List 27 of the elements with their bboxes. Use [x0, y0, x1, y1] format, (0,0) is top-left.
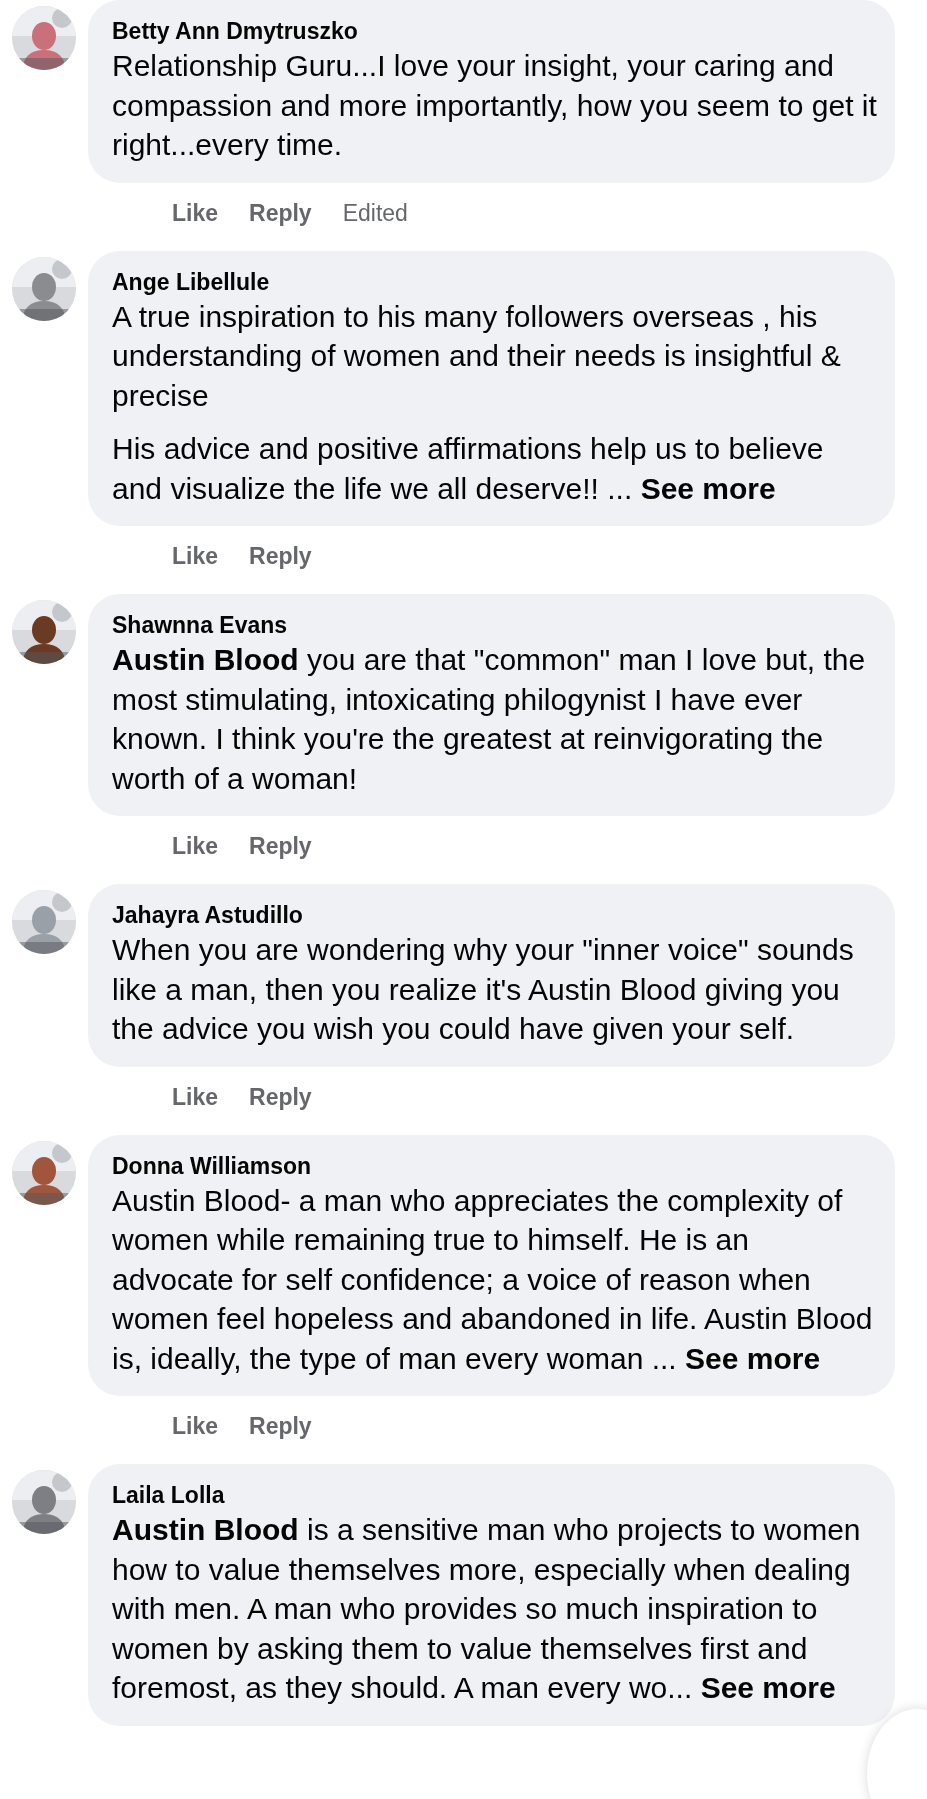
edited-label: Edited — [342, 198, 408, 228]
see-more-link[interactable]: See more — [640, 471, 776, 505]
author-name[interactable]: Betty Ann Dmytruszko — [112, 16, 877, 46]
action-link[interactable]: Like — [172, 541, 219, 571]
author-name[interactable]: Jahayra Astudillo — [112, 900, 877, 930]
comment-text: Austin Blood you are that "common" man I love but, the most stimulating, intoxicating philogynist I have ever known. I think you're the greatest at reinvigorating the worth of a woman! — [112, 642, 867, 797]
action-link[interactable]: Reply — [249, 541, 312, 571]
action-link[interactable]: Reply — [249, 1081, 312, 1112]
see-more-link[interactable]: See more — [700, 1671, 836, 1704]
author-name[interactable]: Ange Libellule — [112, 266, 877, 297]
comment-text: Relationship Guru...I love your insight, your caring and compassion and more importantly, how you seem to get it right...every time. — [112, 48, 877, 163]
action-link[interactable]: Like — [172, 831, 219, 861]
comment-text: A true inspiration to his many followers overseas , his understanding of women and their needs is insightful & precise — [112, 298, 842, 414]
see-more-link[interactable]: See more — [685, 1341, 821, 1375]
comment-text: Austin Blood- a man who appreciates the complexity of women while remaining true to himself. He is an advocate for self confidence; a voice of reason when women feel hopeless and abandoned in life. Austin Blood is, ideally, the type of man every woman ... See more — [112, 1182, 874, 1377]
author-name[interactable]: Shawnna Evans — [112, 610, 877, 640]
comment-text: Austin Blood is a sensitive man who projects to women how to value themselves more, especially when dealing with men. A man who provides so much inspiration to women by asking them to value themselves first and foremost, as they should. A man every wo... See more — [112, 1512, 862, 1706]
action-link[interactable]: Like — [172, 1411, 219, 1441]
action-link[interactable]: Reply — [249, 1411, 312, 1441]
author-name[interactable]: Donna Williamson — [112, 1150, 877, 1181]
action-link[interactable]: Like — [172, 1081, 219, 1112]
action-link[interactable]: Reply — [249, 197, 312, 228]
comment-text: His advice and positive affirmations help us to believe and visualize the life we all deserve!! ... See more — [112, 431, 825, 507]
action-link[interactable]: Like — [172, 197, 219, 228]
comment-text: When you are wondering why your "inner voice" sounds like a man, then you realize it's Austin Blood giving you the advice you wish you could have given your self. — [112, 932, 855, 1047]
author-name[interactable]: Laila Lolla — [112, 1480, 877, 1510]
action-link[interactable]: Reply — [249, 831, 312, 861]
